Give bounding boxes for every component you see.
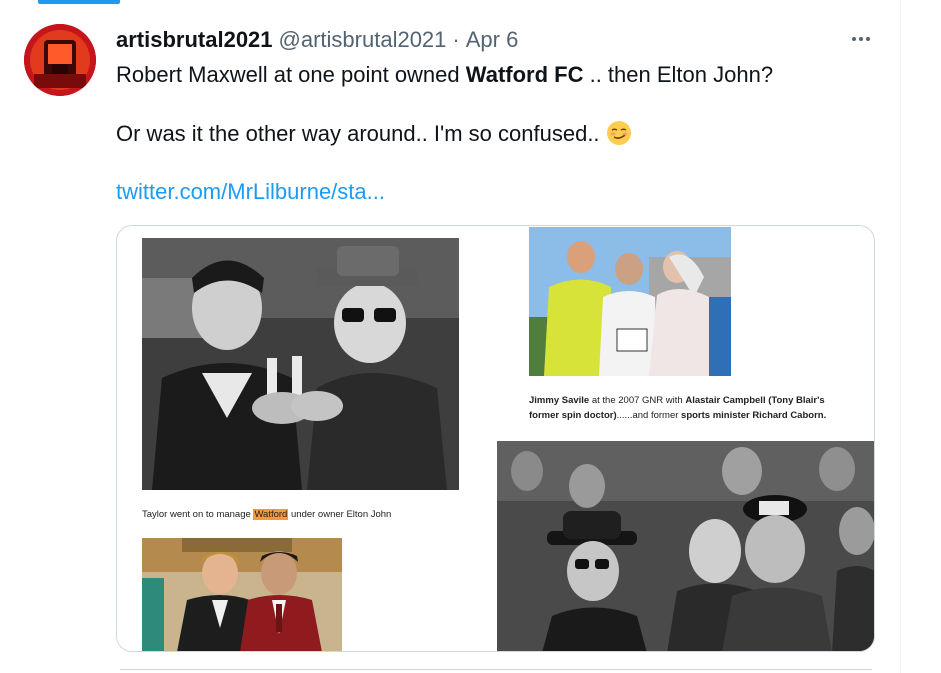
timeline-border (900, 0, 901, 673)
next-card-edge (120, 669, 872, 670)
photo-caption-savile: Jimmy Savile at the 2007 GNR with Alasta… (529, 393, 826, 423)
avatar[interactable] (24, 24, 96, 96)
caption-text: ......and former (616, 410, 682, 421)
caption-bold: Alastair Campbell (Tony Blair's (685, 395, 825, 406)
tweet-link[interactable]: twitter.com/MrLilburne/sta... (116, 179, 385, 205)
tweet-header: artisbrutal2021 @artisbrutal2021 · Apr 6 (116, 26, 518, 54)
user-handle[interactable]: @artisbrutal2021 (279, 27, 447, 53)
photo-two-men-color (142, 538, 342, 651)
text-segment: Or was it the other way around.. I'm so … (116, 121, 600, 146)
caption-bold: sports minister Richard Caborn. (681, 410, 827, 421)
photo-caption-taylor: Taylor went on to manage Watford under o… (142, 507, 391, 522)
smirking-face-emoji (606, 121, 631, 145)
caption-text: at the 2007 GNR with (589, 395, 686, 406)
caption-highlight: Watford (253, 509, 289, 520)
tweet-text-line-2: Or was it the other way around.. I'm so … (116, 120, 632, 147)
bold-team-name: Watford FC (465, 62, 584, 87)
caption-bold: former spin doctor) (529, 410, 617, 421)
tweet-page: artisbrutal2021 @artisbrutal2021 · Apr 6… (0, 0, 941, 673)
photo-runners (529, 227, 731, 376)
more-horizontal-icon (852, 37, 870, 41)
caption-bold: Jimmy Savile (529, 395, 590, 406)
quoted-media-card[interactable]: Taylor went on to manage Watford under o… (116, 225, 875, 652)
tweet-date[interactable]: Apr 6 (466, 27, 519, 53)
caption-text: under owner Elton John (288, 509, 392, 520)
caption-text: Taylor went on to manage (142, 509, 254, 520)
red-avatar-icon (24, 24, 96, 96)
text-segment: .. then Elton John? (583, 62, 774, 87)
tweet-text-line-1: Robert Maxwell at one point owned Watfor… (116, 62, 773, 88)
display-name[interactable]: artisbrutal2021 (116, 27, 273, 53)
more-options-button[interactable] (846, 28, 876, 50)
separator-dot: · (452, 27, 460, 52)
photo-crowd-black-white (497, 441, 874, 651)
photo-toast-black-white (142, 238, 459, 490)
text-segment: Robert Maxwell at one point owned (116, 62, 466, 87)
tab-indicator (38, 0, 120, 4)
